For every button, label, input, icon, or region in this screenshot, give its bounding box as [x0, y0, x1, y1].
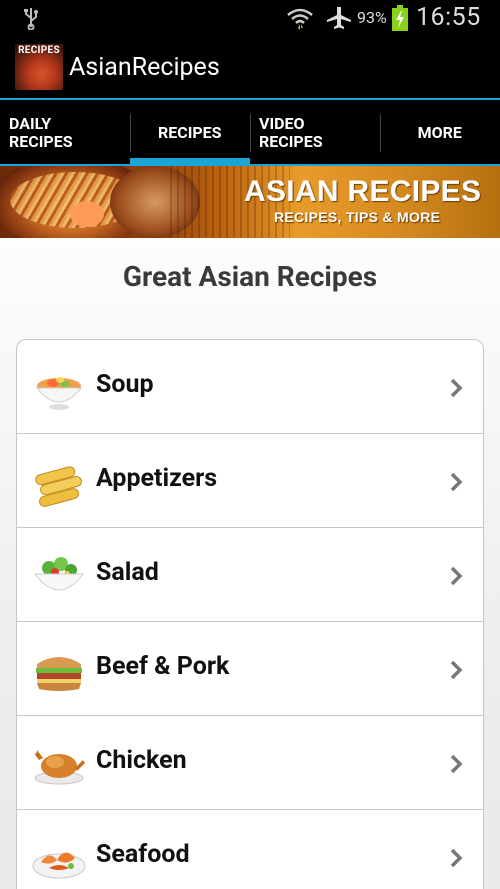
page-title: Great Asian Recipes: [122, 260, 378, 293]
tab-label: VIDEO RECIPES: [259, 114, 323, 151]
app-logo[interactable]: RECIPES: [15, 44, 63, 90]
airplane-icon: [327, 7, 351, 29]
roast-chicken-icon: [31, 748, 85, 785]
app-logo-text: RECIPES: [18, 45, 60, 56]
list-item-chicken[interactable]: Chicken: [17, 716, 483, 810]
list-item-seafood[interactable]: Seafood: [17, 810, 483, 889]
tab-label: MORE: [417, 123, 462, 142]
chevron-right-icon: [450, 378, 463, 398]
banner-subtitle: RECIPES, TIPS & MORE: [274, 209, 441, 225]
banner-ad[interactable]: ASIAN RECIPES RECIPES, TIPS & MORE: [0, 166, 500, 238]
list-item-label: Soup: [96, 370, 154, 399]
spring-rolls-icon: [35, 466, 82, 507]
tab-video-recipes[interactable]: VIDEO RECIPES: [250, 102, 380, 164]
chevron-right-icon: [450, 660, 463, 680]
tab-bar: DAILY RECIPES RECIPES VIDEO RECIPES MORE: [0, 102, 500, 166]
chevron-right-icon: [450, 848, 463, 868]
tab-daily-recipes[interactable]: DAILY RECIPES: [0, 102, 130, 164]
tab-label: RECIPES: [157, 123, 222, 142]
soup-bowl-icon: [35, 377, 83, 410]
status-bar: 93% 16:55: [0, 0, 500, 36]
chevron-right-icon: [450, 472, 463, 492]
list-item-label: Beef & Pork: [96, 652, 230, 681]
list-item-soup[interactable]: Soup: [17, 340, 483, 434]
list-item-beef-pork[interactable]: Beef & Pork: [17, 622, 483, 716]
list-item-label: Chicken: [96, 746, 187, 775]
clock: 16:55: [416, 3, 481, 32]
chevron-right-icon: [450, 754, 463, 774]
list-item-label: Appetizers: [96, 464, 218, 493]
salad-bowl-icon: [33, 557, 85, 591]
app-title: AsianRecipes: [69, 53, 220, 82]
list-item-appetizers[interactable]: Appetizers: [17, 434, 483, 528]
list-item-label: Salad: [96, 558, 159, 587]
chevron-right-icon: [450, 566, 463, 586]
tab-recipes[interactable]: RECIPES: [129, 102, 251, 164]
shrimp-image: [70, 201, 104, 227]
tab-label: DAILY RECIPES: [9, 114, 73, 151]
banner-title: ASIAN RECIPES: [244, 175, 482, 208]
action-bar: RECIPES AsianRecipes: [0, 36, 500, 100]
list-item-label: Seafood: [96, 840, 190, 869]
battery-charging-icon: [392, 5, 408, 31]
wifi-icon: [287, 8, 313, 30]
list-item-salad[interactable]: Salad: [17, 528, 483, 622]
sandwich-icon: [36, 657, 82, 691]
main-content: Great Asian Recipes Soup Appetizers Sala…: [0, 238, 500, 889]
tab-more[interactable]: MORE: [379, 102, 500, 164]
battery-percent: 93%: [357, 8, 387, 27]
category-list: Soup Appetizers Salad Beef & Pork Chicke…: [16, 339, 484, 889]
usb-icon: [24, 8, 38, 30]
seafood-plate-icon: [32, 852, 86, 879]
